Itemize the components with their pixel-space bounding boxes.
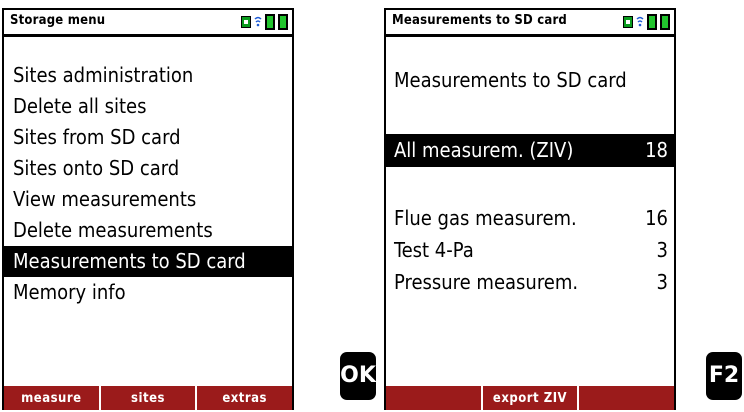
row-pressure[interactable]: Pressure measurem. 3 bbox=[386, 266, 674, 299]
plug-icon bbox=[241, 15, 251, 28]
row-count: 16 bbox=[645, 206, 668, 230]
row-all-measurements[interactable]: All measurem. (ZIV) 18 bbox=[386, 134, 674, 167]
screen-title: Measurements to SD card bbox=[392, 13, 568, 28]
row-flue-gas[interactable]: Flue gas measurem. 16 bbox=[386, 202, 674, 235]
softkey-sites[interactable]: sites bbox=[101, 386, 198, 410]
row-count: 3 bbox=[656, 270, 668, 294]
wifi-icon bbox=[636, 15, 644, 29]
f2-key[interactable]: F2 bbox=[706, 352, 742, 400]
menu-item-memory-info[interactable]: Memory info bbox=[4, 277, 292, 308]
section-heading: Measurements to SD card bbox=[394, 68, 627, 92]
softkey-empty bbox=[386, 386, 483, 410]
softkey-measure[interactable]: measure bbox=[4, 386, 101, 410]
battery-icon bbox=[265, 13, 275, 30]
softkey-extras[interactable]: extras bbox=[197, 386, 292, 410]
menu-item-view-measurements[interactable]: View measurements bbox=[4, 184, 292, 215]
softkey-export-ziv[interactable]: export ZIV bbox=[483, 386, 580, 410]
battery-icon bbox=[278, 13, 288, 30]
status-icons bbox=[623, 13, 670, 30]
menu-item-sites-onto-sd-card[interactable]: Sites onto SD card bbox=[4, 153, 292, 184]
row-label: Flue gas measurem. bbox=[394, 206, 577, 230]
measurements-to-sd-screen: Measurements to SD card Measurements to … bbox=[384, 8, 676, 410]
menu-item-sites-from-sd-card[interactable]: Sites from SD card bbox=[4, 122, 292, 153]
softkey-bar: measure sites extras bbox=[4, 386, 292, 410]
battery-icon bbox=[647, 13, 657, 30]
title-bar: Storage menu bbox=[4, 10, 292, 37]
storage-menu-screen: Storage menu Sites administration Delete… bbox=[2, 8, 294, 410]
battery-icon bbox=[660, 13, 670, 30]
menu-item-delete-all-sites[interactable]: Delete all sites bbox=[4, 91, 292, 122]
softkey-bar: export ZIV bbox=[386, 386, 674, 410]
storage-menu-list: Sites administration Delete all sites Si… bbox=[4, 60, 292, 308]
title-bar: Measurements to SD card bbox=[386, 10, 674, 37]
row-label: All measurem. (ZIV) bbox=[394, 138, 574, 162]
row-count: 18 bbox=[645, 138, 668, 162]
softkey-empty bbox=[579, 386, 674, 410]
menu-item-delete-measurements[interactable]: Delete measurements bbox=[4, 215, 292, 246]
row-test-4pa[interactable]: Test 4-Pa 3 bbox=[386, 234, 674, 267]
menu-item-sites-administration[interactable]: Sites administration bbox=[4, 60, 292, 91]
wifi-icon bbox=[254, 15, 262, 29]
row-label: Pressure measurem. bbox=[394, 270, 579, 294]
row-label: Test 4-Pa bbox=[394, 238, 474, 262]
status-icons bbox=[241, 13, 288, 30]
screen-title: Storage menu bbox=[10, 13, 106, 28]
ok-key[interactable]: OK bbox=[340, 352, 376, 400]
menu-item-measurements-to-sd-card[interactable]: Measurements to SD card bbox=[4, 246, 292, 277]
row-count: 3 bbox=[656, 238, 668, 262]
plug-icon bbox=[623, 15, 633, 28]
